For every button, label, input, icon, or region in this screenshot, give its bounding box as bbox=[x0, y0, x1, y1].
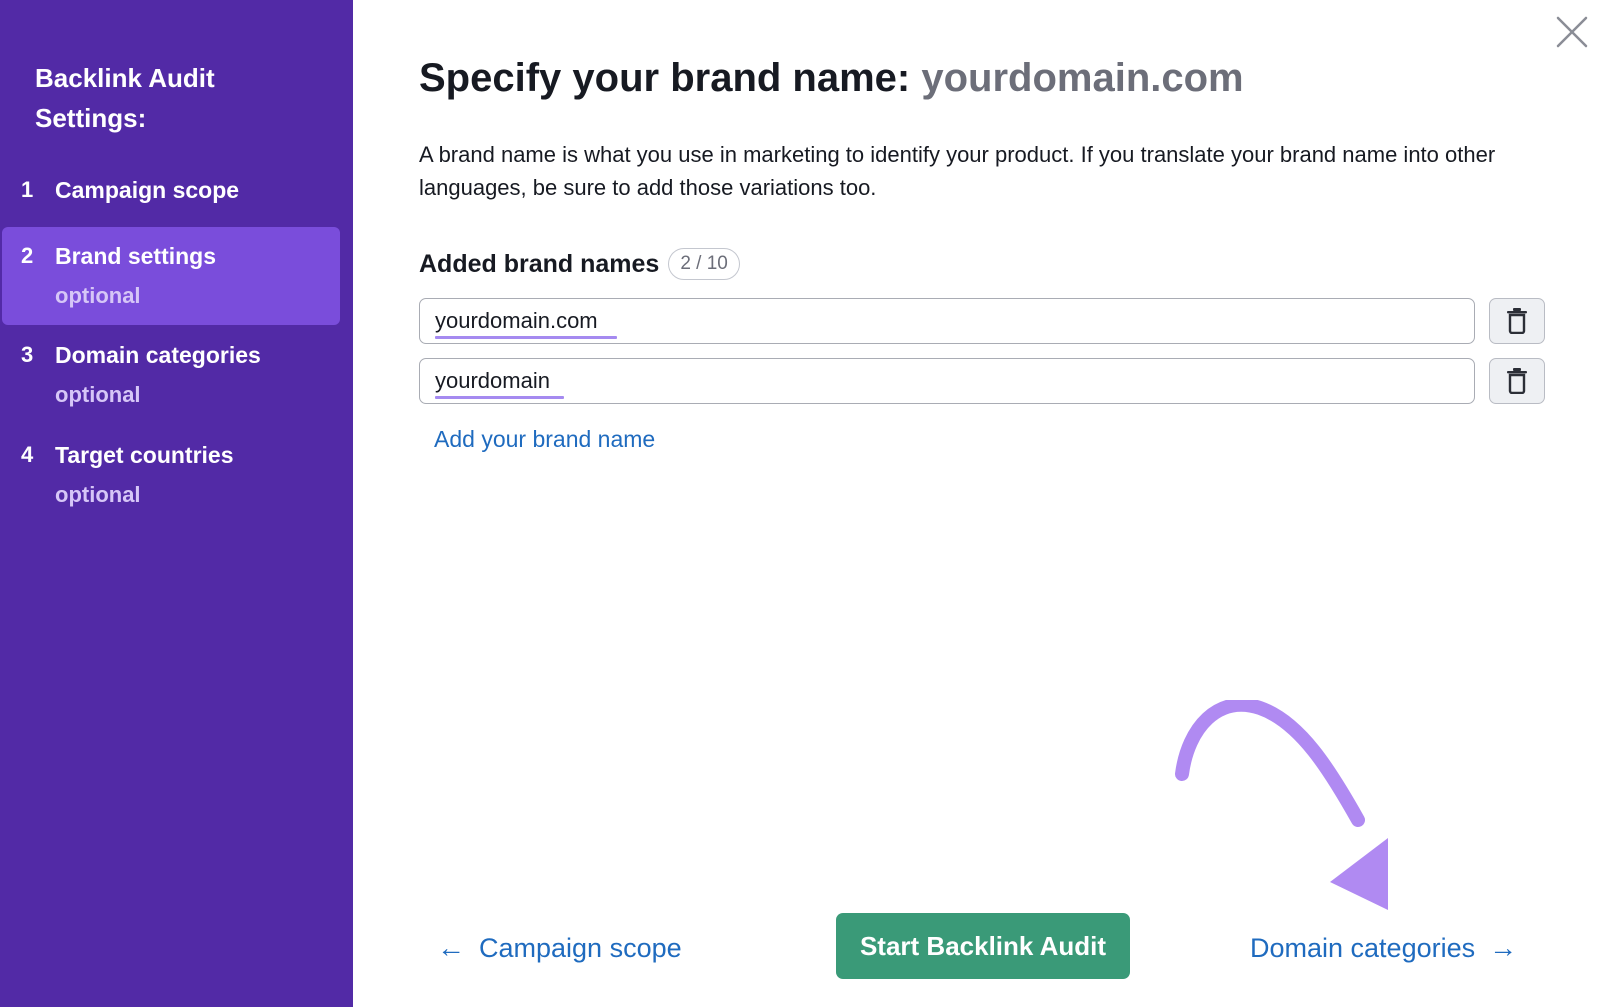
brand-names-header: Added brand names 2 / 10 bbox=[419, 246, 740, 282]
page-title-domain: yourdomain.com bbox=[921, 56, 1244, 100]
brand-names-heading: Added brand names bbox=[419, 250, 660, 278]
trash-icon bbox=[1507, 368, 1527, 394]
sidebar-title: Backlink Audit Settings: bbox=[35, 63, 215, 133]
add-brand-name-link[interactable]: Add your brand name bbox=[434, 422, 655, 456]
sidebar-step-target-countries[interactable]: 4 Target countries optional bbox=[2, 435, 340, 525]
page-title-prefix: Specify your brand name: bbox=[419, 56, 922, 100]
step-number: 1 bbox=[21, 177, 34, 202]
delete-brand-name-button[interactable] bbox=[1489, 358, 1545, 404]
page-title: Specify your brand name: yourdomain.com bbox=[419, 50, 1244, 106]
brand-name-field-1 bbox=[419, 298, 1475, 344]
arrow-right-icon: → bbox=[1489, 932, 1518, 963]
step-optional-label: optional bbox=[55, 283, 141, 308]
step-label: Campaign scope bbox=[55, 177, 240, 203]
brand-names-count-badge: 2 / 10 bbox=[668, 248, 740, 280]
close-icon bbox=[1556, 16, 1588, 48]
close-button[interactable] bbox=[1554, 14, 1590, 50]
trash-icon bbox=[1507, 308, 1527, 334]
step-label: Brand settings bbox=[55, 243, 217, 269]
start-backlink-audit-button[interactable]: Start Backlink Audit bbox=[836, 913, 1130, 979]
sidebar-step-brand-settings[interactable]: 2 Brand settings optional bbox=[2, 227, 340, 325]
settings-sidebar: Backlink Audit Settings: 1 Campaign scop… bbox=[0, 0, 353, 1007]
brand-name-field-2 bbox=[419, 358, 1475, 404]
step-optional-label: optional bbox=[55, 482, 141, 507]
back-link-label: Campaign scope bbox=[479, 933, 682, 963]
step-label: Target countries bbox=[55, 442, 234, 468]
next-link-label: Domain categories bbox=[1250, 933, 1476, 963]
step-label: Domain categories bbox=[55, 342, 261, 368]
step-optional-label: optional bbox=[55, 382, 141, 407]
arrow-left-icon: ← bbox=[437, 932, 465, 963]
back-to-campaign-scope-link[interactable]: ← Campaign scope bbox=[437, 928, 682, 968]
step-number: 3 bbox=[21, 342, 34, 367]
annotation-arrow-icon bbox=[1175, 700, 1388, 910]
delete-brand-name-button[interactable] bbox=[1489, 298, 1545, 344]
next-domain-categories-link[interactable]: Domain categories → bbox=[1250, 928, 1517, 968]
page-description: A brand name is what you use in marketin… bbox=[419, 142, 1496, 200]
step-number: 2 bbox=[21, 243, 34, 268]
step-number: 4 bbox=[21, 442, 34, 467]
spellcheck-underline bbox=[435, 336, 617, 339]
sidebar-step-campaign-scope[interactable]: 1 Campaign scope bbox=[2, 170, 340, 212]
brand-name-input[interactable] bbox=[420, 359, 1474, 403]
spellcheck-underline bbox=[435, 396, 564, 399]
sidebar-step-domain-categories[interactable]: 3 Domain categories optional bbox=[2, 335, 340, 425]
